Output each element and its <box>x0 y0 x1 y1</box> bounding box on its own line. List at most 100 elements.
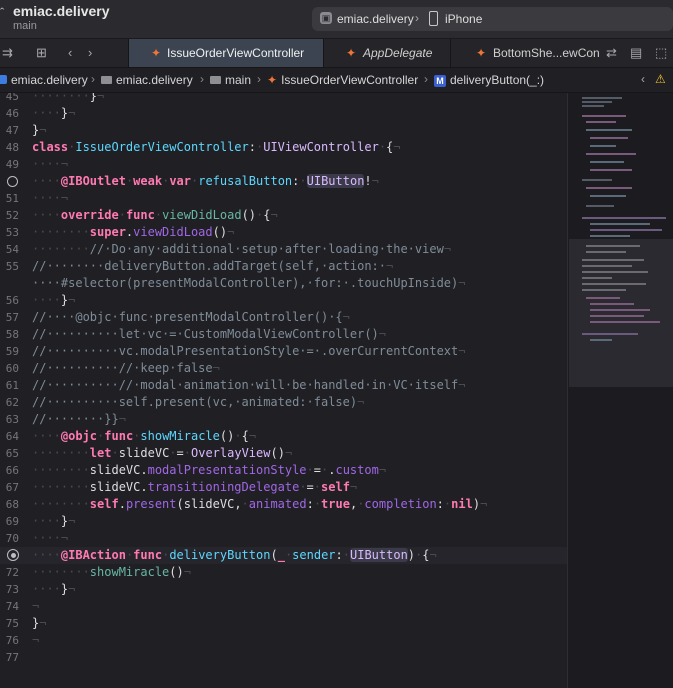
code-line: 54 ········//·Do·any·additional·setup·aft… <box>0 241 567 258</box>
line-number: 46 <box>5 107 19 120</box>
line-number: 60 <box>5 362 19 375</box>
line-number: 54 <box>5 243 19 256</box>
code-line: 66 ········slideVC.modalPresentationStyle… <box>0 462 567 479</box>
swift-file-icon: ✦ <box>267 73 278 87</box>
code-line: 51 ····¬ <box>0 190 567 207</box>
jumpbar-file[interactable]: ✦ IssueOrderViewController <box>267 73 418 87</box>
code-line: 72 ········showMiracle()¬ <box>0 564 567 581</box>
line-number: 52 <box>5 209 19 222</box>
code-editor[interactable]: 45 ········}¬ 46 ····}¬ 47}¬ 48 class·Issue… <box>0 93 567 688</box>
chevron-right-icon: › <box>424 72 428 86</box>
line-number: 47 <box>5 124 19 137</box>
code-line: 49 ····¬ <box>0 156 567 173</box>
split-editor-icon[interactable]: ⬚ <box>655 45 667 61</box>
swift-file-icon: ✦ <box>151 46 162 60</box>
tab-label: BottomShe...ewCon <box>493 46 599 60</box>
line-number: 75 <box>5 617 19 630</box>
code-line: 77 <box>0 649 567 666</box>
line-number: 61 <box>5 379 19 392</box>
swap-icon[interactable]: ⇄ <box>606 45 617 61</box>
tab-bottom-sheet[interactable]: ✦ BottomShe...ewCon <box>450 39 599 67</box>
app-scheme-icon: ▣ <box>320 12 332 24</box>
swift-file-icon: ✦ <box>476 46 487 60</box>
code-line: 63//········}}¬ <box>0 411 567 428</box>
editor-tab-bar: ⇉ ⊞ ‹ › ✦ IssueOrderViewController ✦ App… <box>0 39 673 68</box>
line-number: 74 <box>5 600 19 613</box>
jumpbar-project-label: emiac.delivery <box>11 73 88 87</box>
chevron-left-icon[interactable]: ‹ <box>641 72 645 86</box>
code-line: 76 ¬ <box>0 632 567 649</box>
line-number: 66 <box>5 464 19 477</box>
code-line: 53 ········super.viewDidLoad()¬ <box>0 224 567 241</box>
scheme-name[interactable]: emiac.delivery <box>337 12 414 26</box>
outlet-connection-icon[interactable] <box>7 176 18 187</box>
swift-file-icon: ✦ <box>346 46 357 60</box>
project-name: emiac.delivery <box>13 3 110 19</box>
action-connection-icon[interactable] <box>7 549 19 561</box>
method-icon: M <box>434 75 446 87</box>
jump-bar: emiac.delivery › emiac.delivery › main ›… <box>0 68 673 93</box>
device-name[interactable]: iPhone <box>445 12 482 26</box>
code-line: 75}¬ <box>0 615 567 632</box>
chevron-right-icon: › <box>91 72 95 86</box>
jumpbar-group[interactable]: emiac.delivery <box>101 73 193 87</box>
line-number: 62 <box>5 396 19 409</box>
title-bar: ˆ emiac.delivery main ▣ emiac.delivery ›… <box>0 0 673 39</box>
jumpbar-symbol-label: deliveryButton(_:) <box>450 73 545 87</box>
minimap[interactable] <box>567 93 673 688</box>
code-line: ····#selector(presentModalController),·f… <box>32 276 466 290</box>
forward-arrow-icon[interactable]: › <box>88 45 92 60</box>
code-line: 65 ········let·slideVC·=·OverlayView()¬ <box>0 445 567 462</box>
code-line: 56 ····}¬ <box>0 292 567 309</box>
line-number: 69 <box>5 515 19 528</box>
jumpbar-folder-label: main <box>225 73 252 87</box>
warning-icon[interactable]: ⚠ <box>655 72 666 86</box>
iphone-icon <box>429 11 438 26</box>
grid-icon[interactable]: ⊞ <box>36 45 47 61</box>
jumpbar-folder[interactable]: main <box>210 73 251 87</box>
code-line: 55//········deliveryButton.addTarget(sel… <box>0 258 567 275</box>
code-line: 46 ····}¬ <box>0 105 567 122</box>
folder-icon <box>101 76 112 84</box>
code-line: 69 ····}¬ <box>0 513 567 530</box>
line-number: 57 <box>5 311 19 324</box>
code-line: 45 ········}¬ <box>0 93 567 105</box>
line-number: 77 <box>5 651 19 664</box>
branch-name: main <box>13 20 37 32</box>
code-line: 47}¬ <box>0 122 567 139</box>
jumpbar-symbol[interactable]: MdeliveryButton(_:) <box>434 73 544 87</box>
code-line: 67 ········slideVC.transitioningDelegate·… <box>0 479 567 496</box>
jumpbar-project[interactable]: emiac.delivery <box>0 73 88 87</box>
line-number: 67 <box>5 481 19 494</box>
code-line: 48 class·IssueOrderViewController:·UIView… <box>0 139 567 156</box>
line-number: 72 <box>5 566 19 579</box>
back-arrow-icon[interactable]: ‹ <box>68 45 72 60</box>
line-number: 48 <box>5 141 19 154</box>
line-number: 63 <box>5 413 19 426</box>
line-number: 58 <box>5 328 19 341</box>
editor-options-icon[interactable]: ▤ <box>630 45 642 61</box>
code-line: 58//··········let·vc·=·CustomModalViewCo… <box>0 326 567 343</box>
line-number: 53 <box>5 226 19 239</box>
line-number: 76 <box>5 634 19 647</box>
minimap-viewport[interactable] <box>569 239 673 387</box>
chevron-right-icon: › <box>200 72 204 86</box>
line-number: 59 <box>5 345 19 358</box>
tab-app-delegate[interactable]: ✦ AppDelegate <box>323 39 450 67</box>
jumpbar-group-label: emiac.delivery <box>116 73 193 87</box>
code-line: 68 ········self.present(slideVC,·animated… <box>0 496 567 513</box>
code-line: 74 ¬ <box>0 598 567 615</box>
chevron-right-icon: › <box>257 72 261 86</box>
code-line: ····@IBOutlet·weak·var·refusalButton:·UI… <box>0 173 567 190</box>
code-line: 62//··········self.present(vc,·animated:… <box>0 394 567 411</box>
project-icon <box>0 75 7 84</box>
scheme-selector[interactable]: ▣ emiac.delivery › iPhone <box>312 7 673 31</box>
chevron-right-icon: › <box>415 11 419 25</box>
line-number: 45 <box>5 93 19 103</box>
line-number: 49 <box>5 158 19 171</box>
line-number: 56 <box>5 294 19 307</box>
code-line: 70 ····¬ <box>0 530 567 547</box>
related-items-icon[interactable]: ⇉ <box>2 45 13 61</box>
tab-issue-order-view-controller[interactable]: ✦ IssueOrderViewController <box>128 39 323 67</box>
line-number: 51 <box>5 192 19 205</box>
